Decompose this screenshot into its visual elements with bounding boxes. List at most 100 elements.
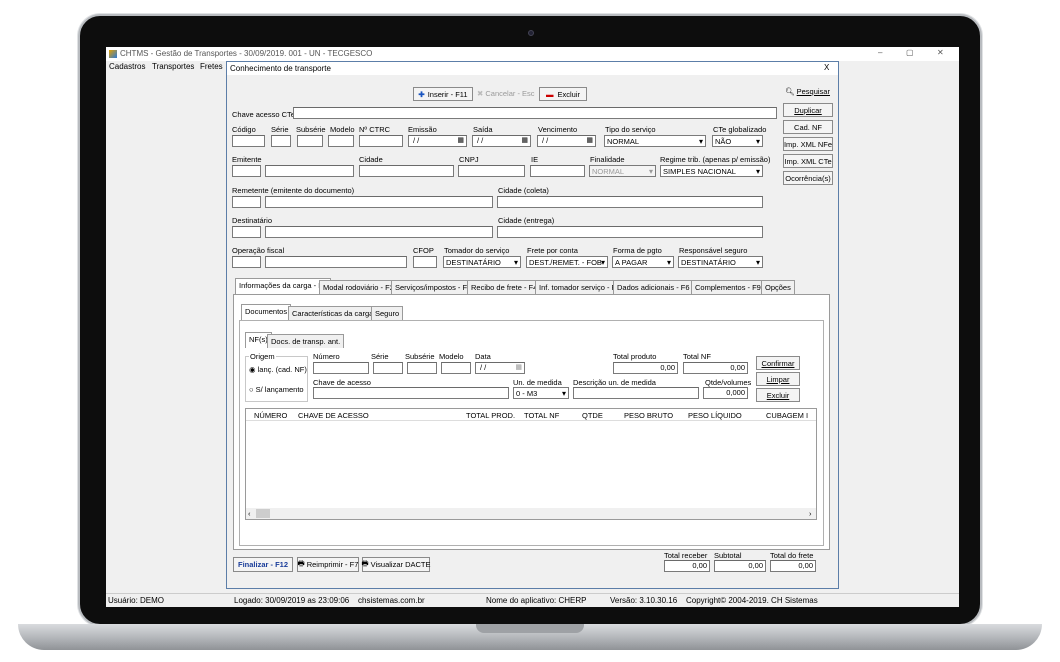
col-chave[interactable]: CHAVE DE ACESSO [298,411,369,420]
serie-input[interactable] [271,135,291,147]
reimprimir-button[interactable]: 🖶︎ Reimprimir - F7 [297,557,359,572]
tomador-select[interactable]: DESTINATÁRIO [443,256,521,268]
operacao-name-input[interactable] [265,256,407,268]
cadnf-button[interactable]: Cad. NF [783,120,833,134]
cancel-button[interactable]: ✖ Cancelar - Esc [477,89,535,98]
emissao-input[interactable]: / / ▦ [408,135,467,147]
col-total-nf[interactable]: TOTAL NF [524,411,559,420]
ie-input[interactable] [530,165,585,177]
confirmar-button[interactable]: Confirmar [756,356,800,370]
finalidade-select[interactable]: NORMAL [589,165,656,177]
scroll-thumb[interactable] [256,509,270,518]
nf-numero-input[interactable] [313,362,369,374]
nf-data-input[interactable]: / / ▦ [475,362,525,374]
nf-subserie-input[interactable] [407,362,437,374]
destinatario-name-input[interactable] [265,226,493,238]
un-medida-select[interactable]: 0 - M3 [513,387,569,399]
col-numero[interactable]: NÚMERO [254,411,287,420]
subtab-seguro[interactable]: Seguro [371,306,404,320]
subtab-caracteristicas[interactable]: Características da carga [288,306,378,320]
finalizar-button[interactable]: Finalizar - F12 [233,557,293,572]
insert-button[interactable]: ✚ Inserir - F11 [413,87,473,101]
dialog-titlebar: Conhecimento de transporte X [227,62,838,75]
qtde-input[interactable]: 0,000 [703,387,748,399]
tab-recibo-frete[interactable]: Recibo de frete - F4 [467,280,542,294]
menu-cadastros[interactable]: Cadastros [109,62,145,72]
modelo-input[interactable] [328,135,354,147]
subtab-documentos[interactable]: Documentos [241,304,292,320]
tab-inf-tomador[interactable]: Inf. tomador serviço - F5 [535,280,625,294]
limpar-button[interactable]: Limpar [756,372,800,386]
scroll-left-icon[interactable]: ‹ [248,509,251,518]
excluir-nf-button[interactable]: Excluir [756,388,800,402]
destinatario-code-input[interactable] [232,226,261,238]
menu-fretes[interactable]: Fretes [200,62,223,72]
nf-chave-input[interactable] [313,387,509,399]
saida-input[interactable]: / / ▦ [472,135,531,147]
status-logado: Logado: 30/09/2019 as 23:09:06 [234,596,350,605]
screen: CHTMS - Gestão de Transportes - 30/09/20… [106,47,959,607]
cidade-coleta-label: Cidade (coleta) [498,186,549,195]
import-cte-button[interactable]: Imp. XML CTe [783,154,833,168]
visualizar-button[interactable]: 🖶︎ Visualizar DACTE [362,557,431,572]
cnpj-input[interactable] [458,165,525,177]
regime-select[interactable]: SIMPLES NACIONAL [660,165,763,177]
cte-glob-select[interactable]: NÃO [712,135,763,147]
chave-input[interactable] [293,107,777,119]
cte-glob-label: CTe globalizado [713,125,767,134]
radio-sem-lanc[interactable]: ○ S/ lançamento [249,385,304,394]
search-button[interactable]: 🔍︎ Pesquisar [785,87,830,96]
subserie-input[interactable] [297,135,323,147]
tab-complementos[interactable]: Complementos - F9 [691,280,765,294]
nf-grid[interactable]: NÚMERO CHAVE DE ACESSO TOTAL PROD. TOTAL… [245,408,817,520]
minimize-icon[interactable]: – [878,48,882,58]
total-nf-input[interactable]: 0,00 [683,362,748,374]
tab-info-carga[interactable]: Informações da carga - F1 [235,278,331,294]
nf-serie-input[interactable] [373,362,403,374]
col-total-prod[interactable]: TOTAL PROD. [466,411,515,420]
cidade-entrega-input[interactable] [497,226,763,238]
tab-opcoes[interactable]: Opções [761,280,795,294]
cfop-input[interactable] [413,256,437,268]
nf-modelo-input[interactable] [441,362,471,374]
occurrences-button[interactable]: Ocorrência(s) [783,171,833,185]
cidade-input[interactable] [359,165,454,177]
col-peso-bruto[interactable]: PESO BRUTO [624,411,673,420]
menu-transportes[interactable]: Transportes [152,62,194,72]
tab-dados-adicionais[interactable]: Dados adicionais - F6 [613,280,694,294]
vencimento-input[interactable]: / / ▦ [537,135,596,147]
forma-pgto-select[interactable]: A PAGAR [612,256,674,268]
subsubtab-docs-ant[interactable]: Docs. de transp. ant. [267,334,345,348]
resp-seguro-select[interactable]: DESTINATÁRIO [678,256,763,268]
maximize-icon[interactable]: ▢ [906,48,914,58]
calendar-icon: ▦ [457,137,464,144]
tipo-servico-label: Tipo do serviço [605,125,656,134]
col-cubagem[interactable]: CUBAGEM I [766,411,808,420]
emitente-code-input[interactable] [232,165,261,177]
nctrc-input[interactable] [359,135,403,147]
delete-button[interactable]: ▬ Excluir [539,87,587,101]
col-qtde[interactable]: QTDE [582,411,603,420]
cidade-coleta-input[interactable] [497,196,763,208]
tab-modal-rodoviario[interactable]: Modal rodoviário - F2 [319,280,398,294]
emitente-name-input[interactable] [265,165,354,177]
remetente-code-input[interactable] [232,196,261,208]
duplicate-button[interactable]: Duplicar [783,103,833,117]
total-produto-input[interactable]: 0,00 [613,362,678,374]
frete-conta-select[interactable]: DEST./REMET. - FOB [526,256,608,268]
radio-lanc[interactable]: ◉ lanç. (cad. NF) [249,365,307,374]
tipo-servico-select[interactable]: NORMAL [604,135,706,147]
tab-servicos-impostos[interactable]: Serviços/impostos - F3 [391,280,476,294]
desc-un-input[interactable] [573,387,699,399]
dialog-close-icon[interactable]: X [824,63,829,73]
grid-hscrollbar[interactable]: ‹ › [246,508,816,519]
close-icon[interactable]: ✕ [937,48,944,58]
codigo-input[interactable] [232,135,265,147]
scroll-right-icon[interactable]: › [809,509,812,518]
plus-icon: ✚ [418,89,425,99]
col-peso-liquido[interactable]: PESO LÍQUIDO [688,411,742,420]
remetente-name-input[interactable] [265,196,493,208]
import-nfe-button[interactable]: Imp. XML NFe [783,137,833,151]
subserie-label: Subsérie [296,125,326,134]
operacao-code-input[interactable] [232,256,261,268]
